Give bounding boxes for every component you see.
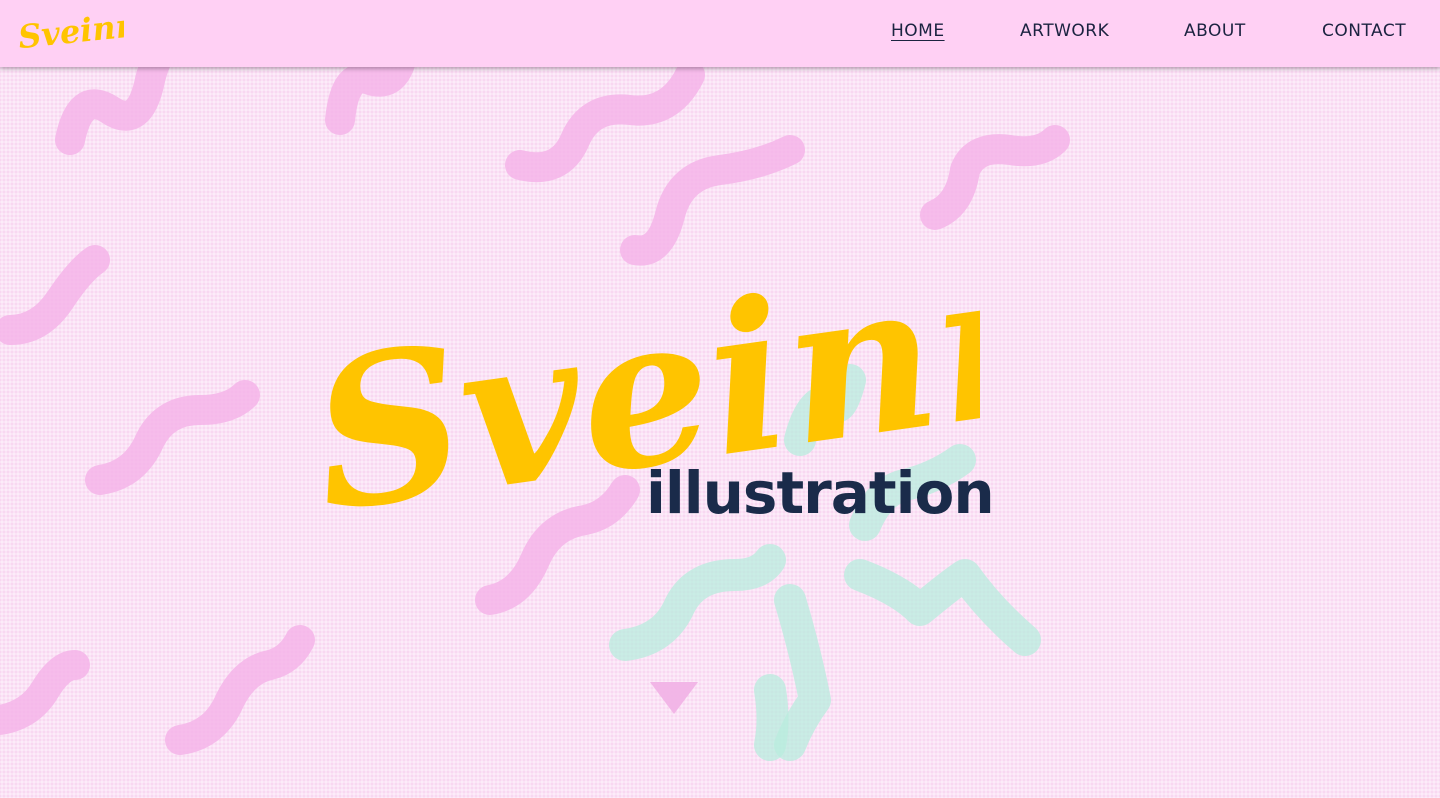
nav-link-artwork[interactable]: ARTWORK	[1020, 18, 1109, 44]
nav-link-home[interactable]: HOME	[891, 18, 945, 44]
hero-subtitle: illustration	[646, 459, 995, 527]
header-logo[interactable]: Sveinn S.	[14, 3, 124, 59]
triangle-down-icon[interactable]	[648, 680, 700, 716]
nav-link-contact[interactable]: CONTACT	[1322, 18, 1406, 44]
top-navbar: Sveinn S. HOME ARTWORK ABOUT CONTACT	[0, 0, 1440, 67]
svg-text:Sveinn S.: Sveinn S.	[16, 3, 124, 56]
nav-link-about[interactable]: ABOUT	[1184, 18, 1246, 44]
